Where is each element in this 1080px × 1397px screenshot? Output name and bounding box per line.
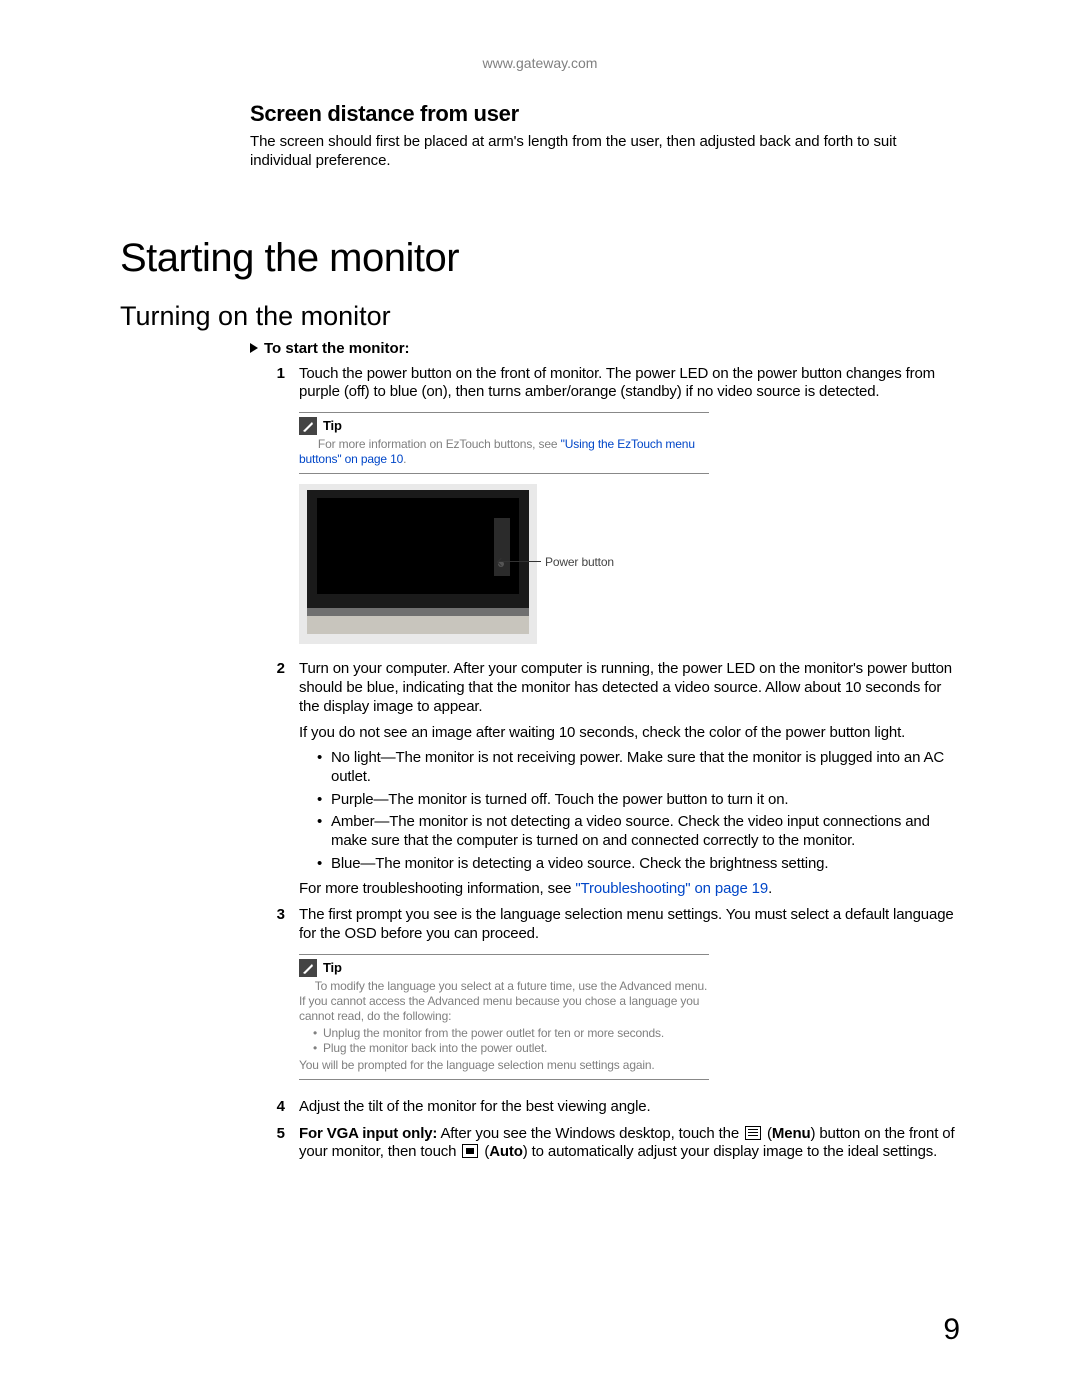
header-url: www.gateway.com xyxy=(120,55,960,71)
tip2-l1: To modify the language you select at a f… xyxy=(315,979,707,993)
power-button-callout: Power button xyxy=(499,555,614,570)
page-number: 9 xyxy=(943,1313,960,1347)
step-2-p2: If you do not see an image after waiting… xyxy=(299,724,960,743)
heading-turning-on: Turning on the monitor xyxy=(120,301,960,332)
step-1: 1 Touch the power button on the front of… xyxy=(120,365,960,653)
bullet-purple: Purple—The monitor is turned off. Touch … xyxy=(317,791,960,810)
tip1-lead: For more information on EzTouch buttons,… xyxy=(318,437,561,451)
step-4: 4 Adjust the tilt of the monitor for the… xyxy=(120,1098,960,1117)
step-number: 2 xyxy=(255,660,299,898)
step-number: 1 xyxy=(255,365,299,653)
tip-icon xyxy=(299,417,317,435)
step-2: 2 Turn on your computer. After your comp… xyxy=(120,660,960,898)
document-page: www.gateway.com Screen distance from use… xyxy=(0,0,1080,1397)
step-2-trail: For more troubleshooting information, se… xyxy=(299,880,960,899)
tip2-b2: Plug the monitor back into the power out… xyxy=(313,1041,709,1056)
step-3: 3 The first prompt you see is the langua… xyxy=(120,906,960,1090)
bullet-amber: Amber—The monitor is not detecting a vid… xyxy=(317,813,960,851)
procedure-heading: To start the monitor: xyxy=(250,340,960,357)
step-4-text: Adjust the tilt of the monitor for the b… xyxy=(299,1098,960,1117)
tip2-l3: You will be prompted for the language se… xyxy=(299,1058,709,1073)
step-number: 5 xyxy=(255,1125,299,1163)
step-number: 3 xyxy=(255,906,299,1090)
tip1-tail: . xyxy=(403,452,406,466)
tip-box-1: Tip XX For more information on EzTouch b… xyxy=(299,412,709,474)
step-5: 5 For VGA input only: After you see the … xyxy=(120,1125,960,1163)
procedure-heading-text: To start the monitor: xyxy=(264,340,410,357)
step-1-text: Touch the power button on the front of m… xyxy=(299,365,960,403)
step-2-bullets: No light—The monitor is not receiving po… xyxy=(317,749,960,874)
tip-icon xyxy=(299,959,317,977)
body-screen-distance: The screen should first be placed at arm… xyxy=(250,133,960,171)
monitor-figure: Power button xyxy=(299,484,960,644)
step-5-text: For VGA input only: After you see the Wi… xyxy=(299,1125,960,1163)
bullet-no-light: No light—The monitor is not receiving po… xyxy=(317,749,960,787)
auto-button-icon xyxy=(462,1144,478,1158)
bullet-blue: Blue—The monitor is detecting a video so… xyxy=(317,855,960,874)
troubleshooting-link[interactable]: "Troubleshooting" on page 19 xyxy=(575,880,768,897)
tip-label: Tip xyxy=(323,418,342,434)
heading-starting-monitor: Starting the monitor xyxy=(120,236,960,281)
menu-button-icon xyxy=(745,1126,761,1140)
heading-screen-distance: Screen distance from user xyxy=(250,101,960,127)
triangle-icon xyxy=(250,343,258,353)
tip-label: Tip xyxy=(323,960,342,976)
tip2-b1: Unplug the monitor from the power outlet… xyxy=(313,1026,709,1041)
tip2-l2: If you cannot access the Advanced menu b… xyxy=(299,994,709,1024)
step-3-text: The first prompt you see is the language… xyxy=(299,906,960,944)
tip-box-2: Tip XXTo modify the language you select … xyxy=(299,954,709,1080)
step-2-p1: Turn on your computer. After your comput… xyxy=(299,660,960,716)
step-number: 4 xyxy=(255,1098,299,1117)
